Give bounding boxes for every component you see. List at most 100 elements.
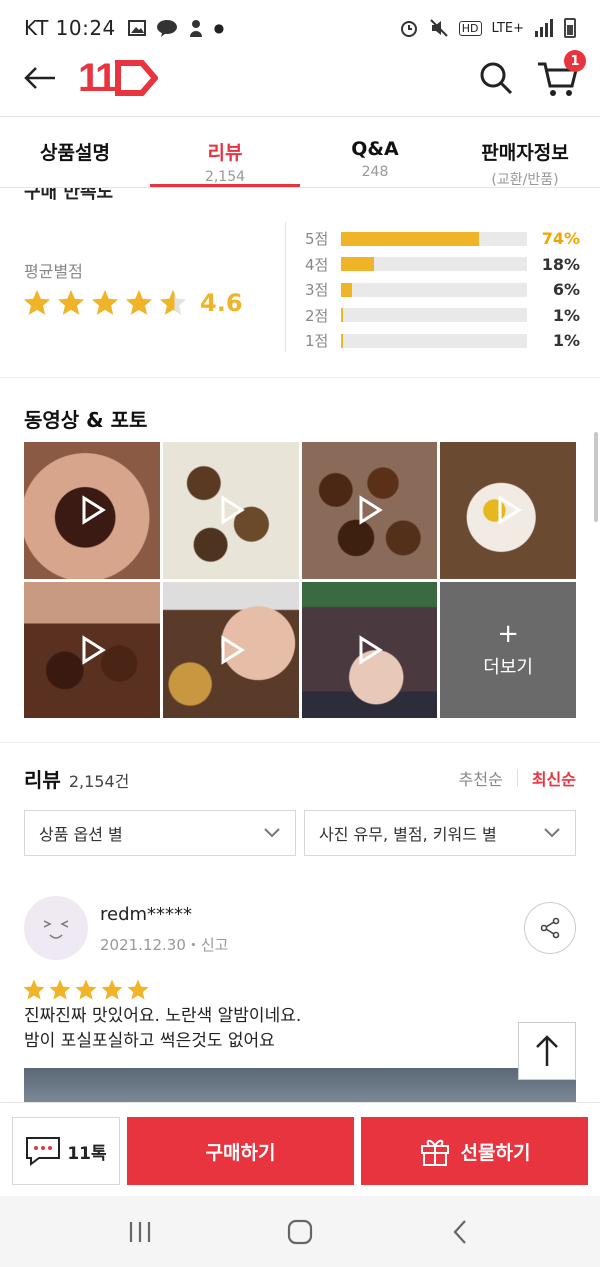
battery-icon: [564, 18, 576, 38]
more-label: 더보기: [483, 656, 533, 678]
rating-row-label: 5점: [305, 230, 329, 249]
tab-label: 상품설명: [40, 142, 110, 164]
system-nav-bar: [0, 1196, 600, 1267]
average-score: 4.6: [200, 289, 243, 317]
star-icon: [125, 289, 153, 315]
rating-row-label: 1점: [305, 332, 329, 351]
average-rating-label: 평균별점: [24, 262, 83, 281]
chevron-down-icon: [264, 828, 280, 838]
logo-text: 11: [78, 55, 117, 100]
review-photo[interactable]: [24, 1068, 576, 1104]
scrollbar[interactable]: [594, 432, 598, 522]
alarm-icon: [400, 21, 417, 37]
recent-apps-icon: [129, 1221, 151, 1242]
media-thumbnail[interactable]: [162, 581, 299, 718]
average-stars: 4.6: [22, 288, 243, 318]
more-media-button[interactable]: + 더보기: [440, 581, 576, 718]
gift-icon: [420, 1139, 449, 1166]
search-icon[interactable]: [478, 60, 514, 96]
rating-row-3: 3점 6%: [305, 277, 580, 303]
tab-review[interactable]: 리뷰 2,154: [150, 122, 300, 188]
tab-label: 리뷰: [207, 142, 243, 164]
media-section-title: 동영상 & 포토: [24, 408, 148, 432]
review-line: 진짜진짜 맛있어요. 노란색 알밤이네요.: [24, 1006, 302, 1026]
review-username: redm*****: [100, 904, 193, 925]
product-tabs: 상품설명 리뷰 2,154 Q&A 248 판매자정보 (교환/반품): [0, 122, 600, 188]
sort-recommended[interactable]: 추천순: [459, 766, 503, 790]
tab-label: 판매자정보: [481, 142, 569, 164]
arrow-up-icon: [536, 1035, 558, 1066]
header-divider: [0, 116, 600, 117]
rating-bar: [341, 333, 527, 348]
star-icon: [101, 979, 123, 1000]
share-icon: [540, 917, 560, 939]
tab-sub: (교환/반품): [491, 172, 559, 188]
hd-badge: HD: [458, 20, 482, 36]
system-back-button[interactable]: [440, 1212, 480, 1252]
brand-logo[interactable]: 11: [78, 55, 159, 101]
back-button[interactable]: [20, 58, 60, 98]
photo-rating-filter-dropdown[interactable]: 사진 유무, 별점, 키워드 별: [304, 810, 576, 856]
play-icon: [359, 635, 384, 665]
media-thumbnail[interactable]: [440, 442, 576, 579]
logo-tag-icon: [115, 60, 159, 96]
review-meta[interactable]: 2021.12.30・신고: [100, 934, 228, 955]
gift-button[interactable]: 선물하기: [361, 1117, 588, 1185]
gift-label: 선물하기: [460, 1141, 531, 1164]
talk-icon: [156, 20, 177, 37]
star-icon: [127, 979, 149, 1000]
recent-apps-button[interactable]: [120, 1212, 160, 1252]
rating-percent: 74%: [541, 229, 580, 249]
media-thumbnail[interactable]: [301, 581, 438, 718]
tab-qna[interactable]: Q&A 248: [300, 122, 450, 188]
star-icon: [57, 289, 85, 315]
sort-options: 추천순 최신순: [459, 766, 576, 790]
header-actions: 1: [478, 50, 586, 100]
media-grid: + 더보기: [24, 442, 576, 718]
more-dot-icon: ●: [213, 21, 225, 35]
media-thumbnail[interactable]: [24, 442, 160, 579]
star-icon: [49, 979, 71, 1000]
star-icon: [91, 289, 119, 315]
home-icon: [287, 1219, 313, 1244]
section-divider: [0, 742, 600, 743]
media-thumbnail[interactable]: [301, 442, 438, 579]
chat-button[interactable]: 11톡: [12, 1117, 120, 1185]
sort-latest[interactable]: 최신순: [532, 766, 576, 790]
rating-row-4: 4점 18%: [305, 252, 580, 278]
scroll-to-top-button[interactable]: [518, 1022, 576, 1080]
review-text: 진짜진짜 맛있어요. 노란색 알밤이네요. 밤이 포실포실하고 썩은것도 없어요: [24, 1004, 504, 1054]
rating-row-label: 2점: [305, 306, 329, 325]
media-thumbnail[interactable]: [24, 581, 160, 718]
buy-button[interactable]: 구매하기: [127, 1117, 354, 1185]
play-icon: [359, 495, 384, 525]
rating-bar: [341, 257, 527, 272]
tab-seller-info[interactable]: 판매자정보 (교환/반품): [450, 122, 600, 188]
rating-row-2: 2점 1%: [305, 303, 580, 329]
play-icon: [221, 495, 245, 525]
tab-count: 2,154: [204, 169, 246, 185]
rating-bar: [341, 282, 527, 297]
rating-row-1: 1점 1%: [305, 328, 580, 354]
play-icon: [82, 495, 106, 525]
cart-count-badge: 1: [564, 50, 586, 72]
play-icon: [82, 635, 106, 665]
option-filter-dropdown[interactable]: 상품 옵션 별: [24, 810, 296, 856]
rating-bar: [341, 231, 527, 246]
app-header: 11 1: [0, 44, 600, 112]
tab-description[interactable]: 상품설명: [0, 122, 150, 188]
review-line: 밤이 포실포실하고 썩은것도 없어요: [24, 1031, 275, 1051]
rating-bar-fill: [341, 308, 343, 323]
chat-label: 11톡: [67, 1143, 107, 1164]
tab-label: Q&A: [351, 138, 399, 160]
share-button[interactable]: [524, 902, 576, 954]
reviews-header: 리뷰 2,154건: [24, 764, 129, 793]
media-thumbnail[interactable]: [162, 442, 299, 579]
rating-percent: 1%: [552, 305, 580, 325]
home-button[interactable]: [280, 1212, 320, 1252]
review-filters: 상품 옵션 별 사진 유무, 별점, 키워드 별: [24, 810, 576, 856]
reviews-title: 리뷰: [24, 768, 61, 792]
cart-button[interactable]: 1: [536, 50, 586, 100]
star-icon: [23, 979, 45, 1000]
mute-icon: [430, 19, 448, 37]
